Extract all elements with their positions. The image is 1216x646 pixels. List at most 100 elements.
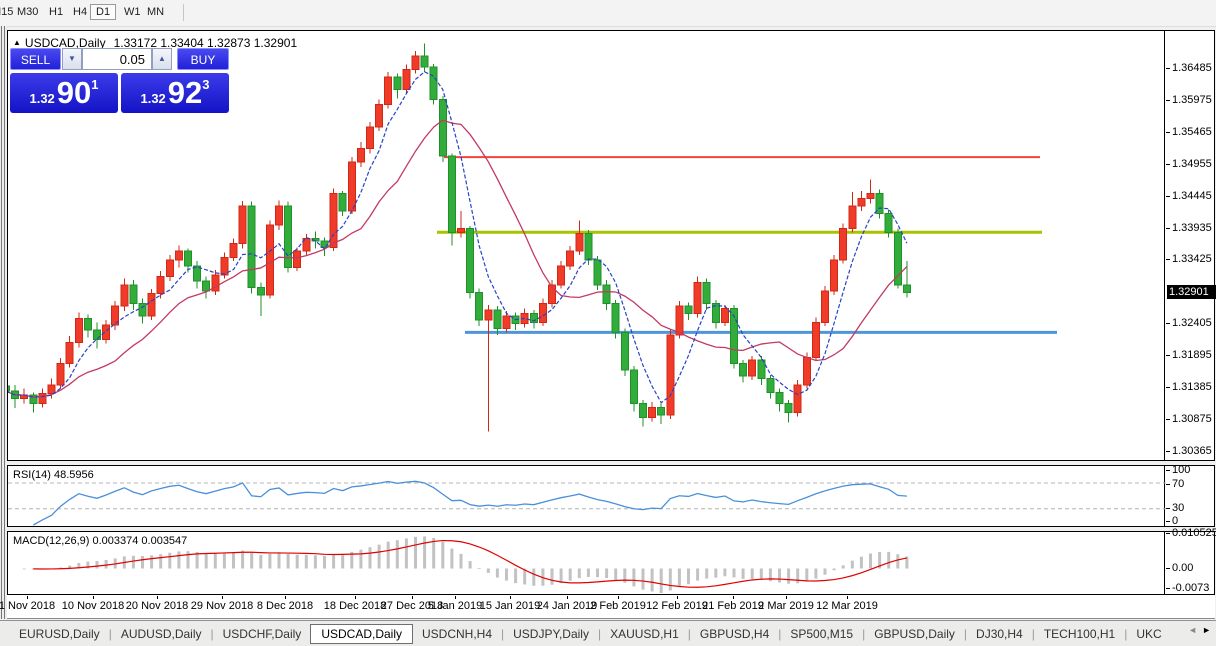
- volume-decrease-button[interactable]: ▼: [62, 48, 82, 70]
- candle: [148, 289, 155, 320]
- sell-price-pips: 90: [57, 76, 91, 110]
- rsi-chart-canvas[interactable]: [8, 466, 1166, 526]
- candle-body: [503, 316, 510, 329]
- candle-body: [103, 325, 110, 339]
- chart-tab-dj30-h4[interactable]: DJ30,H4: [967, 624, 1032, 644]
- candle: [494, 306, 501, 335]
- macd-histogram-bar: [560, 569, 563, 583]
- price-axis-tick: [1166, 228, 1170, 229]
- macd-histogram-bar: [805, 569, 808, 582]
- macd-histogram-bar: [705, 569, 708, 579]
- chart-tab-usdcnh-h4[interactable]: USDCNH,H4: [413, 624, 501, 644]
- macd-histogram-bar: [687, 569, 690, 585]
- rsi-axis-tick: [1166, 470, 1170, 471]
- price-axis-label: 1.35975: [1172, 95, 1212, 106]
- candle: [667, 330, 674, 419]
- volume-input[interactable]: [82, 48, 152, 70]
- macd-histogram-bar: [341, 554, 344, 568]
- tab-scroll-left-icon[interactable]: ◄: [1188, 625, 1197, 635]
- chart-tab-gbpusd-daily[interactable]: GBPUSD,Daily: [865, 624, 964, 644]
- candle-body: [621, 332, 628, 370]
- candle-body: [603, 285, 610, 304]
- candle: [521, 309, 528, 328]
- chart-tab-tech100-h1[interactable]: TECH100,H1: [1035, 624, 1124, 644]
- chart-tab-usdjpy-daily[interactable]: USDJPY,Daily: [504, 624, 598, 644]
- candle: [849, 192, 856, 232]
- timeframe-button-mn[interactable]: MN: [143, 4, 168, 20]
- time-axis-tick: [733, 596, 734, 599]
- chart-tab-ukc[interactable]: UKC: [1127, 624, 1170, 644]
- candle: [567, 246, 574, 270]
- timeframe-button-m30[interactable]: M30: [13, 4, 42, 20]
- macd-histogram-bar: [396, 540, 399, 568]
- candle: [66, 336, 73, 367]
- candle-body: [667, 335, 674, 415]
- time-axis-tick: [677, 596, 678, 599]
- macd-histogram-bar: [332, 554, 335, 568]
- timeframe-button-h4[interactable]: H4: [69, 4, 91, 20]
- candle-body: [612, 304, 619, 333]
- candle-body: [412, 56, 419, 70]
- candle-body: [276, 206, 283, 225]
- candle: [758, 356, 765, 385]
- macd-header: MACD(12,26,9) 0.003374 0.003547: [13, 535, 187, 547]
- chart-tab-usdchf-daily[interactable]: USDCHF,Daily: [214, 624, 311, 644]
- timeframe-button-h1[interactable]: H1: [45, 4, 67, 20]
- macd-histogram-bar: [796, 569, 799, 584]
- time-axis-tick: [455, 596, 456, 599]
- one-click-trade-panel: SELL ▼ ▲ BUY 1.32 90 1 1.32 92 3: [10, 48, 229, 113]
- candle: [203, 277, 210, 299]
- candle-body: [266, 225, 273, 295]
- timeframe-button-d1[interactable]: D1: [90, 4, 116, 20]
- candle: [694, 277, 701, 318]
- candle-body: [649, 407, 656, 417]
- volume-increase-button[interactable]: ▲: [152, 48, 172, 70]
- chart-tab-usdcad-daily[interactable]: USDCAD,Daily: [310, 624, 413, 644]
- candle: [903, 261, 910, 297]
- candle-body: [749, 360, 756, 376]
- candle-body: [94, 330, 101, 339]
- chart-tab-xauusd-h1[interactable]: XAUUSD,H1: [601, 624, 688, 644]
- macd-histogram-bar: [669, 569, 672, 591]
- candle-body: [885, 213, 892, 232]
- chart-tab-gbpusd-h4[interactable]: GBPUSD,H4: [691, 624, 778, 644]
- macd-histogram-bar: [214, 553, 217, 568]
- time-axis-tick: [285, 596, 286, 599]
- chart-tab-sp500-m15[interactable]: SP500,M15: [781, 624, 862, 644]
- candle: [794, 380, 801, 416]
- candle: [84, 314, 91, 337]
- buy-button[interactable]: BUY: [177, 48, 229, 70]
- candle-body: [439, 100, 446, 156]
- sell-button[interactable]: SELL: [10, 48, 61, 70]
- macd-histogram-bar: [105, 560, 108, 569]
- macd-histogram-bar: [187, 551, 190, 568]
- rsi-axis-tick: [1166, 484, 1170, 485]
- price-axis-label: 1.34955: [1172, 159, 1212, 170]
- chart-tab-eurusd-daily[interactable]: EURUSD,Daily: [10, 624, 109, 644]
- price-axis-label: 1.34445: [1172, 191, 1212, 202]
- candle: [649, 402, 656, 421]
- sell-price-display[interactable]: 1.32 90 1: [10, 73, 118, 113]
- buy-price-display[interactable]: 1.32 92 3: [121, 73, 229, 113]
- candle: [421, 43, 428, 72]
- candle-body: [467, 229, 474, 293]
- candle: [94, 322, 101, 348]
- timeframe-button-w1[interactable]: W1: [120, 4, 145, 20]
- candle-body: [339, 193, 346, 211]
- candle-body: [658, 407, 665, 415]
- tab-scroll-right-icon[interactable]: ►: [1202, 625, 1211, 635]
- time-axis-label: 15 Jan 2019: [480, 600, 541, 612]
- candle: [166, 255, 173, 281]
- macd-histogram-bar: [660, 569, 663, 594]
- candle: [394, 73, 401, 98]
- rsi-header: RSI(14) 48.5956: [13, 469, 94, 481]
- time-axis-tick: [786, 596, 787, 599]
- candle-body: [48, 385, 55, 394]
- collapse-icon[interactable]: ▲: [13, 38, 21, 47]
- candle: [367, 122, 374, 153]
- macd-histogram-bar: [432, 538, 435, 569]
- chart-tab-audusd-daily[interactable]: AUDUSD,Daily: [112, 624, 211, 644]
- macd-histogram-bar: [287, 554, 290, 569]
- candle-body: [430, 67, 437, 100]
- candle-body: [567, 251, 574, 266]
